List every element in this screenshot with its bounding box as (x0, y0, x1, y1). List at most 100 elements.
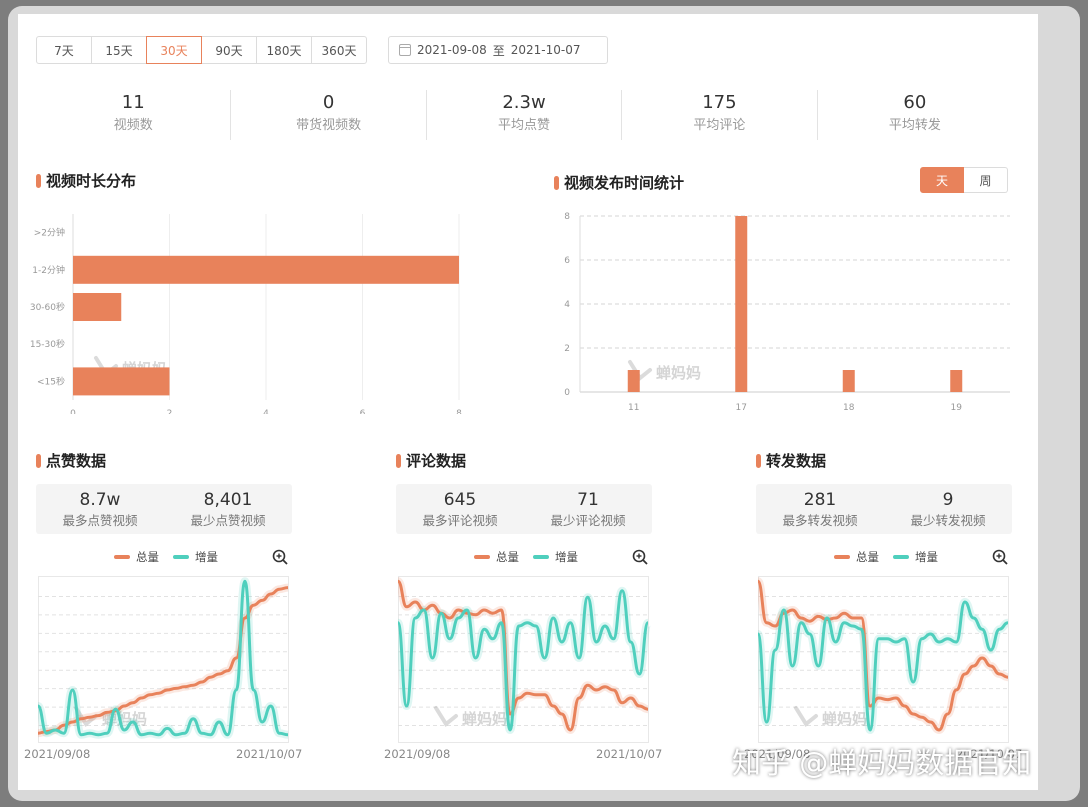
y-tick-label: <15秒 (37, 375, 65, 387)
watermark-logo-icon (434, 706, 458, 727)
x-tick-label: 17 (736, 403, 747, 413)
range-tab[interactable]: 7天 (36, 36, 92, 64)
legend-swatch-inc (893, 555, 909, 559)
summary-max-value: 281 (803, 490, 837, 510)
duration-bar[interactable] (73, 293, 122, 321)
y-tick-label: 4 (564, 300, 570, 310)
summary-max: 645 最多评论视频 (396, 484, 524, 534)
duration-section-title: 视频时长分布 (36, 170, 136, 191)
duration-bar[interactable] (73, 255, 459, 284)
range-tab[interactable]: 360天 (311, 36, 367, 64)
dashboard-panel: 7天 15天 30天 90天 180天 360天 2021-09-08 至 2021-10… (18, 14, 1038, 790)
date-start: 2021-09-08 (417, 43, 487, 57)
publish-bar[interactable] (735, 216, 748, 392)
legend-total-label[interactable]: 总量 (496, 549, 519, 565)
stat-label: 平均转发 (888, 118, 941, 133)
panel-title: 转发数据 (756, 450, 826, 471)
stat-avg-likes: 2.3w 平均点赞 (427, 90, 623, 140)
publish-bar[interactable] (627, 370, 640, 392)
publish-bar[interactable] (842, 370, 855, 392)
stat-video-count: 11 视频数 (36, 90, 232, 140)
stat-label: 带货视频数 (296, 118, 362, 133)
chart-legend: 总量 增量 (474, 549, 578, 565)
x-tick-label: 19 (951, 403, 963, 413)
summary-max-label: 最多评论视频 (422, 513, 498, 528)
summary-max: 281 最多转发视频 (756, 484, 884, 534)
stat-label: 视频数 (113, 118, 153, 133)
calendar-icon (399, 44, 411, 56)
x-tick-label: 4 (263, 409, 269, 414)
y-tick-label: 1-2分钟 (32, 264, 65, 276)
range-tab[interactable]: 90天 (201, 36, 257, 64)
zoom-in-icon[interactable] (632, 549, 648, 565)
summary-min-value: 8,401 (203, 490, 253, 510)
stat-value: 11 (121, 92, 145, 113)
toggle-week[interactable]: 周 (964, 167, 1008, 193)
stat-label: 平均点赞 (498, 118, 551, 133)
toggle-day[interactable]: 天 (920, 167, 964, 193)
legend-swatch-total (474, 555, 490, 559)
y-tick-label: 0 (564, 388, 570, 398)
range-tab[interactable]: 30天 (146, 36, 202, 64)
summary-min-label: 最少评论视频 (550, 513, 626, 528)
legend-swatch-inc (173, 555, 189, 559)
corner-watermark: 知乎 @蝉妈妈数据官知 (732, 746, 1032, 780)
duration-bar[interactable] (73, 367, 170, 396)
stat-avg-shares: 60 平均转发 (818, 90, 1012, 140)
range-tab[interactable]: 180天 (256, 36, 312, 64)
summary-min: 9 最少转发视频 (884, 484, 1012, 534)
panel-summary: 8.7w 最多点赞视频 8,401 最少点赞视频 (36, 484, 292, 534)
chart-legend: 总量 增量 (114, 549, 218, 565)
legend-inc-label[interactable]: 增量 (195, 549, 218, 565)
watermark-text: 蝉妈妈 (822, 710, 867, 728)
x-tick-label: 2 (167, 409, 173, 414)
trend-line-chart: 蝉妈妈 (398, 576, 652, 743)
watermark-text: 蝉妈妈 (656, 364, 701, 382)
date-end: 2021-10-07 (510, 43, 581, 57)
watermark-text: 蝉妈妈 (462, 710, 507, 728)
publish-bar[interactable] (950, 370, 963, 392)
legend-inc-label[interactable]: 增量 (915, 549, 938, 565)
legend-inc-label[interactable]: 增量 (555, 549, 578, 565)
zoom-in-icon[interactable] (992, 549, 1008, 565)
range-tab[interactable]: 15天 (91, 36, 147, 64)
summary-min: 8,401 最少点赞视频 (164, 484, 292, 534)
watermark-logo-icon (794, 706, 818, 727)
y-tick-label: >2分钟 (34, 227, 65, 239)
y-tick-label: 15-30秒 (30, 338, 65, 350)
legend-swatch-inc (533, 555, 549, 559)
x-tick-label: 18 (843, 403, 855, 413)
legend-swatch-total (834, 555, 850, 559)
legend-total-label[interactable]: 总量 (136, 549, 159, 565)
summary-max-value: 8.7w (79, 490, 121, 510)
x-tick-label: 11 (628, 403, 639, 413)
summary-max: 8.7w 最多点赞视频 (36, 484, 164, 534)
trend-line-chart: 蝉妈妈 (758, 576, 1009, 743)
summary-max-label: 最多转发视频 (782, 513, 858, 528)
y-tick-label: 2 (564, 344, 570, 354)
trend-line-chart: 蝉妈妈 (38, 576, 289, 743)
x-end-label: 2021/10/07 (596, 747, 663, 761)
range-tabs: 7天 15天 30天 90天 180天 360天 (36, 36, 367, 64)
y-tick-label: 6 (564, 256, 570, 266)
x-tick-label: 0 (70, 409, 76, 414)
summary-max-label: 最多点赞视频 (62, 513, 138, 528)
publish-section-title: 视频发布时间统计 (554, 172, 684, 193)
stat-avg-comments: 175 平均评论 (622, 90, 818, 140)
panel-summary: 645 最多评论视频 71 最少评论视频 (396, 484, 652, 534)
stat-value: 175 (702, 92, 737, 113)
panel-summary: 281 最多转发视频 9 最少转发视频 (756, 484, 1012, 534)
x-end-label: 2021/10/07 (236, 747, 303, 761)
zoom-in-icon[interactable] (272, 549, 288, 565)
stat-label: 平均评论 (693, 118, 746, 133)
summary-min-value: 9 (942, 490, 954, 510)
legend-total-label[interactable]: 总量 (856, 549, 879, 565)
summary-max-value: 645 (443, 490, 477, 510)
summary-min: 71 最少评论视频 (524, 484, 652, 534)
y-tick-label: 8 (564, 212, 570, 222)
stat-value: 60 (903, 92, 927, 113)
summary-min-label: 最少点赞视频 (190, 513, 266, 528)
x-start-label: 2021/09/08 (384, 747, 451, 761)
date-range-picker[interactable]: 2021-09-08 至 2021-10-07 (388, 36, 608, 64)
panel-watermark: 蝉妈妈 (794, 706, 867, 728)
